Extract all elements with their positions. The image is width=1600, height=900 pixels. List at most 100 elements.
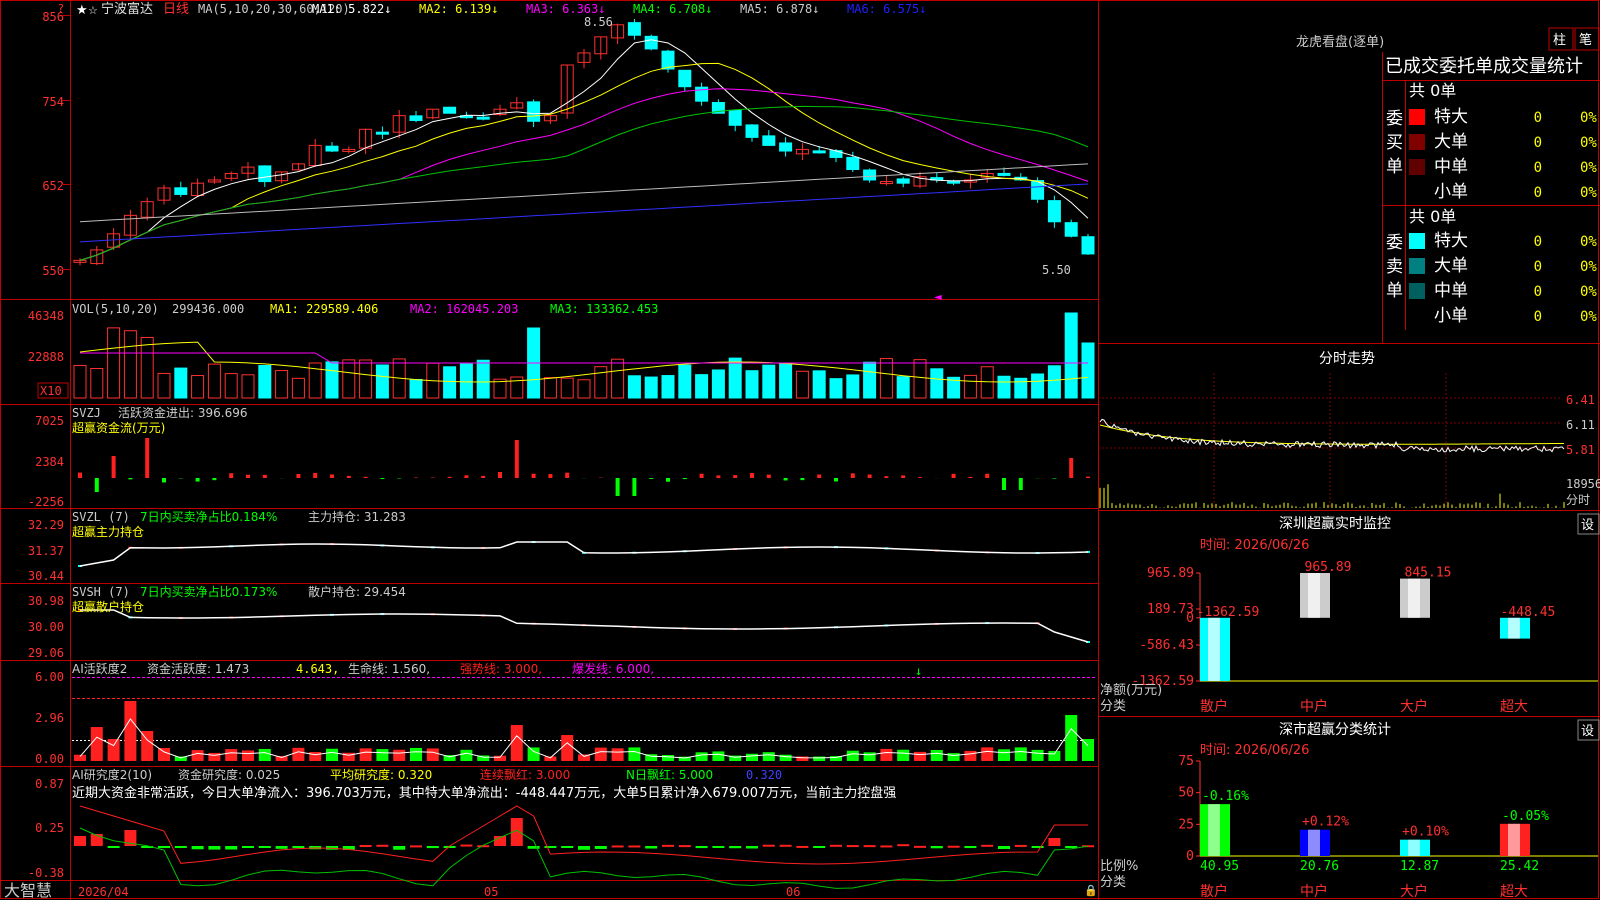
intraday-price-line [1099, 418, 1565, 454]
candle-body [762, 135, 776, 146]
panel-borders [0, 0, 1600, 900]
research-bar [645, 846, 658, 849]
candle-body [1081, 236, 1095, 255]
vol-ma1: MA1: 229589.406 [270, 302, 378, 316]
volume-bar [191, 375, 205, 399]
activity-bar [359, 748, 372, 761]
volume-bar [963, 374, 977, 399]
monitor-value: -448.45 [1501, 605, 1556, 620]
svsh-line [78, 609, 1090, 643]
fenshi-tick: 6.41 [1566, 393, 1595, 407]
candle-body [476, 116, 490, 120]
ma-line [79, 39, 1089, 261]
legend-swatch [1409, 283, 1425, 299]
stat-tick: 25 [1178, 817, 1194, 832]
flow-bar [666, 478, 670, 482]
research-bar [359, 844, 372, 847]
research-bar [460, 844, 473, 847]
volume-bar [224, 373, 238, 399]
candle-body [863, 169, 877, 181]
flow-bar [548, 474, 553, 478]
volume-bar [930, 368, 944, 399]
sell-label-3: 单 [1386, 281, 1403, 301]
activity-bar [863, 752, 876, 761]
activity-bar [544, 756, 557, 761]
research-bar [830, 844, 842, 847]
activity-bar [880, 748, 893, 761]
vol-ma3: MA3: 133362.453 [550, 302, 658, 316]
activity-bar [191, 750, 204, 761]
activity-bar [326, 748, 338, 761]
row-value: 0 [1534, 135, 1542, 151]
activity-bar [1048, 750, 1061, 761]
research-bar [863, 845, 876, 848]
lock-icon[interactable]: 🔒 [1084, 884, 1098, 897]
monitor-axis-label: 分类 [1100, 699, 1126, 714]
ai2-b: 平均研究度: 0.320 [330, 767, 432, 782]
row-value: 0 [1534, 259, 1542, 275]
volume-bar [644, 376, 658, 399]
flow-bar [918, 477, 922, 478]
flow-bar [1052, 478, 1057, 479]
volume-bar [241, 374, 255, 399]
stat-bar-shine [1308, 829, 1320, 856]
stats-title: 已成交委托单成交量统计 [1385, 56, 1583, 77]
svsh-subtitle: 超赢散户持仓 [72, 599, 144, 614]
stat-change: -0.05% [1502, 809, 1549, 824]
monitor-chart: -1362.59 965.89 845.15 -448.45 散户 中户 大户 超大 [1197, 560, 1598, 715]
row-percent: 0% [1580, 160, 1597, 176]
volume-bar [577, 379, 591, 399]
activity-bar [124, 701, 137, 761]
price-axis: 856 754 652 550 [42, 10, 70, 278]
research-bar [897, 844, 910, 847]
row-value: 0 [1534, 110, 1542, 126]
flow-bar [699, 473, 704, 478]
activity-bar [930, 749, 943, 761]
monitor-settings-label: 设 [1581, 518, 1594, 533]
period-label[interactable]: 日线 [163, 2, 189, 17]
research-bar [275, 846, 288, 849]
research-bar [611, 845, 624, 848]
candle-body [1064, 222, 1078, 237]
price-candles [73, 18, 1095, 266]
flow-bar [212, 478, 217, 481]
flow-bar [733, 475, 738, 478]
research-bar [678, 845, 691, 848]
candle-body [409, 115, 423, 121]
ma-line [79, 62, 1089, 261]
legend-swatch [1409, 134, 1425, 150]
stat-value: 12.87 [1400, 859, 1439, 874]
stat-bar-shine [1408, 839, 1420, 856]
ai1-bars: ↓ [72, 664, 1096, 761]
volume-bar [913, 359, 927, 399]
research-bar [158, 846, 170, 848]
stat-change: +0.12% [1302, 815, 1349, 830]
volume-bar [762, 364, 776, 399]
monitor-category: 中户 [1300, 698, 1328, 715]
candle-body [678, 69, 692, 88]
tick-mode-label: 笔 [1579, 32, 1592, 48]
research-bar [779, 844, 792, 847]
date-label: 2026/04 [78, 885, 129, 899]
stat-change: +0.10% [1402, 825, 1449, 840]
svzl-tick: 31.37 [28, 544, 64, 558]
date-label: 05 [484, 885, 498, 899]
activity-bar [292, 747, 305, 761]
activity-bar [712, 751, 725, 761]
monitor-category: 大户 [1400, 698, 1428, 715]
stat-category: 散户 [1200, 883, 1228, 900]
stat-axis-label: 比例% [1100, 859, 1138, 874]
svzl-subtitle: 超赢主力持仓 [72, 524, 144, 539]
row-value: 0 [1534, 160, 1542, 176]
flow-bar [850, 473, 855, 478]
research-bar [561, 846, 574, 848]
monitor-category: 超大 [1500, 699, 1528, 715]
svzj-subtitle: 超赢资金流(万元) [72, 420, 165, 435]
vol-unit: X10 [40, 384, 62, 398]
row-value: 0 [1534, 234, 1542, 250]
volume-bar [711, 369, 725, 399]
volume-bar [107, 327, 121, 399]
volume-bars [73, 312, 1095, 399]
activity-bar [410, 747, 422, 761]
svzl-hold: 主力持仓: 31.283 [308, 509, 406, 524]
